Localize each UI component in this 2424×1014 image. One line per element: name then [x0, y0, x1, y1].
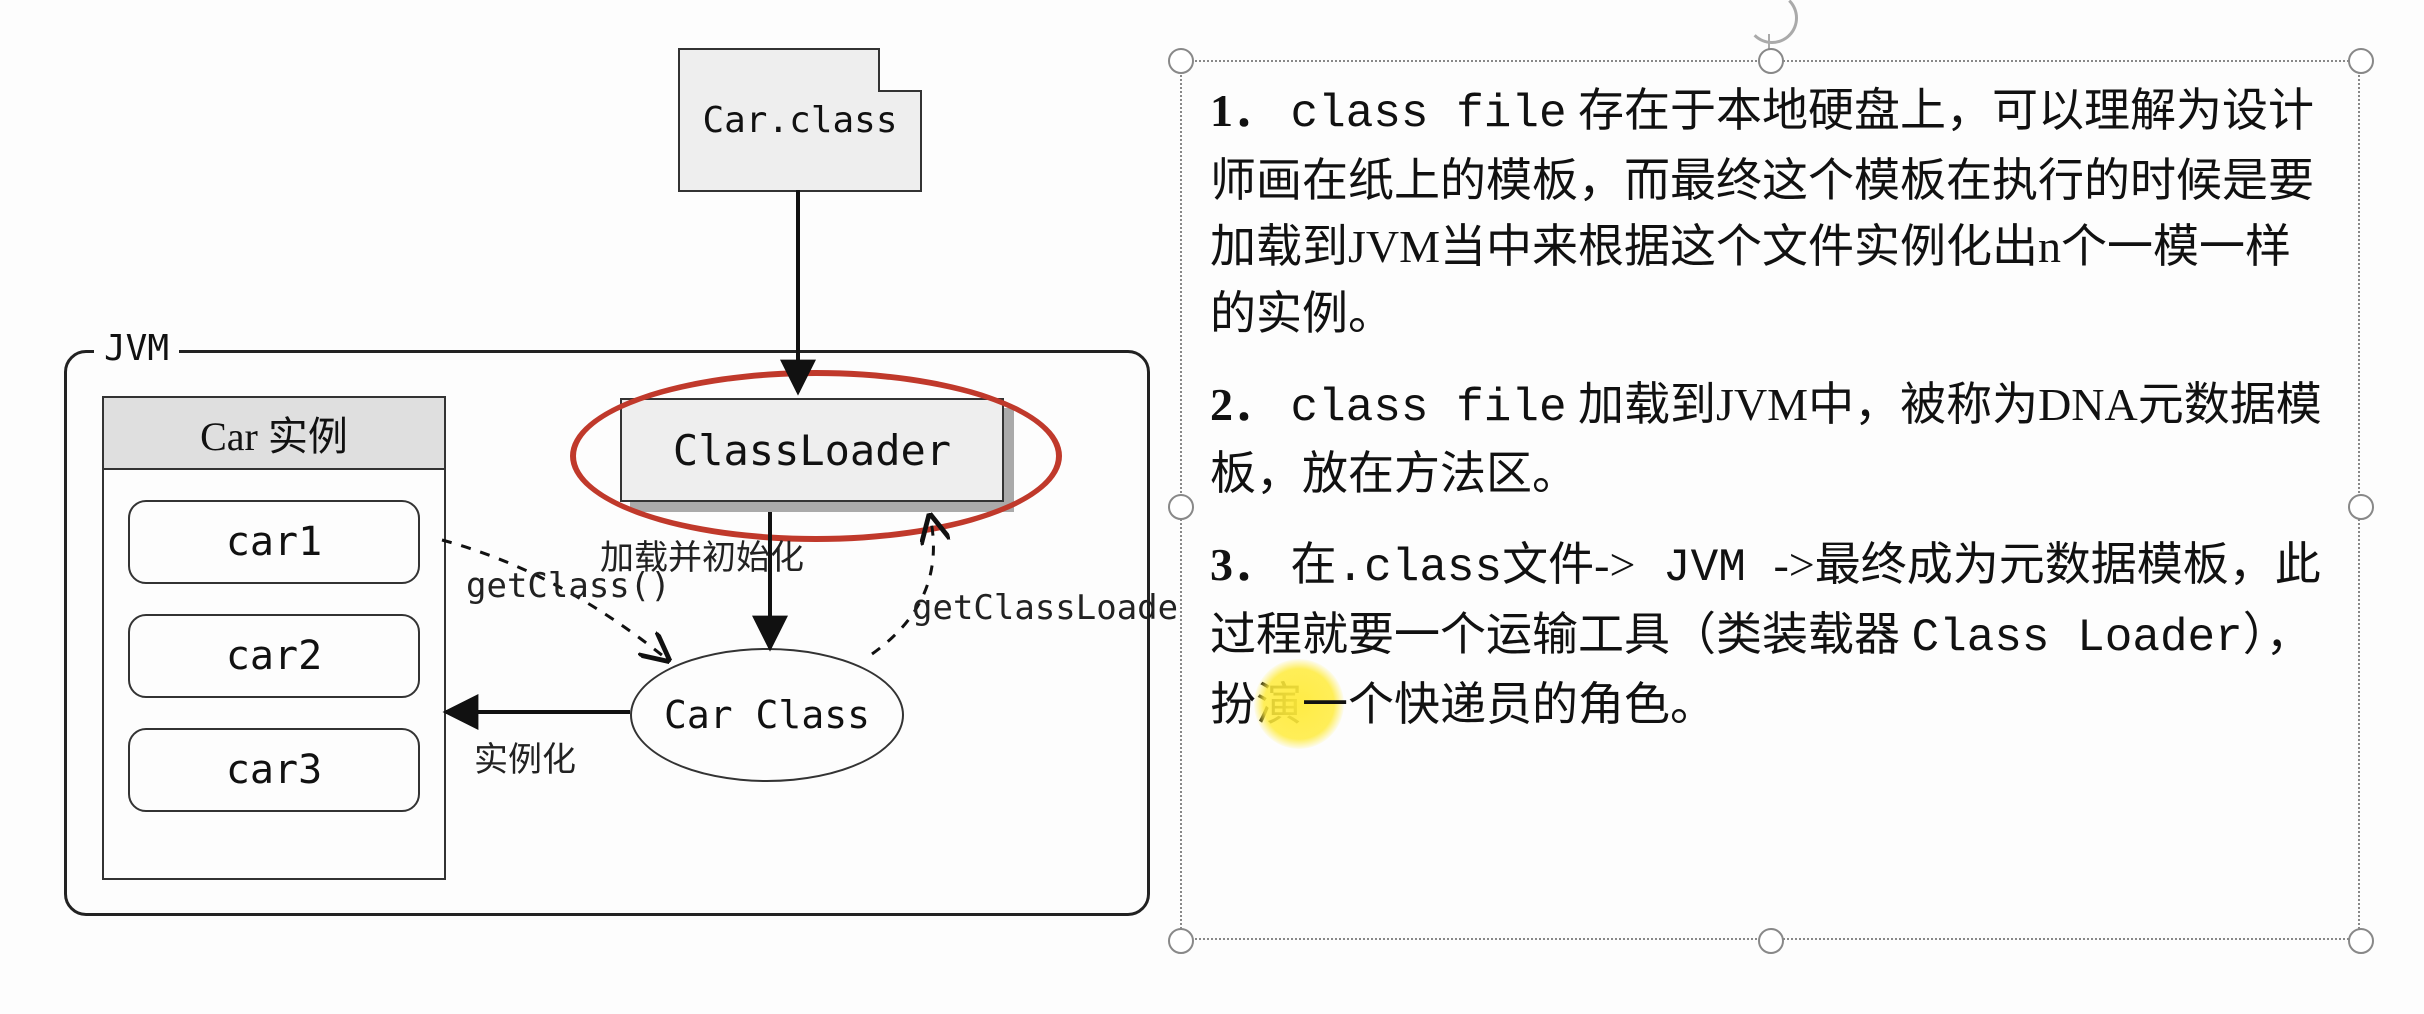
- car-instance-panel: Car 实例 car1 car2 car3: [102, 396, 446, 880]
- note-number: 1．: [1210, 85, 1279, 136]
- note-paragraph-1: 1． class file 存在于本地硬盘上，可以理解为设计师画在纸上的模板，而…: [1210, 78, 2330, 348]
- note-mono: Class Loader: [1912, 612, 2243, 664]
- note-text: 在: [1291, 539, 1337, 590]
- note-text: 一个快递员的角色。: [1302, 679, 1716, 730]
- car-rows: car1 car2 car3: [104, 470, 444, 842]
- file-label: Car.class: [702, 100, 897, 141]
- classloader-box: ClassLoader: [620, 398, 1004, 502]
- file-fold-corner: [878, 48, 922, 92]
- note-mono: class file: [1291, 88, 1567, 140]
- car-class-ellipse: Car Class: [630, 648, 904, 782]
- note-text: 文件->: [1502, 539, 1635, 590]
- label-instantiate: 实例化: [474, 732, 576, 781]
- note-mono: .class: [1337, 542, 1503, 594]
- note-number: 3．: [1210, 539, 1279, 590]
- selection-handle[interactable]: [1168, 48, 1194, 74]
- classloader-label: ClassLoader: [673, 426, 951, 475]
- selection-handle[interactable]: [2348, 494, 2374, 520]
- rotate-handle-icon[interactable]: [1746, 0, 1798, 44]
- note-text-tail: 一个快递员的角色。: [1302, 679, 1716, 730]
- selection-handle[interactable]: [2348, 48, 2374, 74]
- note-number: 2．: [1210, 379, 1279, 430]
- selection-handle[interactable]: [1168, 494, 1194, 520]
- selection-handle[interactable]: [2348, 928, 2374, 954]
- car-panel-title: Car 实例: [104, 398, 444, 470]
- note-paragraph-2: 2． class file 加载到JVM中，被称为DNA元数据模板，放在方法区。: [1210, 372, 2330, 508]
- label-getclass: getClass(): [466, 566, 671, 606]
- selection-handle[interactable]: [1758, 48, 1784, 74]
- selection-handle[interactable]: [1168, 928, 1194, 954]
- file-car-class: Car.class: [678, 48, 922, 192]
- car-row: car1: [128, 500, 420, 584]
- note-mono: JVM: [1635, 542, 1773, 594]
- jvm-label: JVM: [94, 328, 179, 369]
- note-paragraph-3: 3． 在.class文件-> JVM ->最终成为元数据模板，此过程就要一个运输…: [1210, 532, 2330, 738]
- selection-handle[interactable]: [1758, 928, 1784, 954]
- car-row: car3: [128, 728, 420, 812]
- note-mono: class file: [1291, 382, 1567, 434]
- car-row: car2: [128, 614, 420, 698]
- notes-textbox[interactable]: 1． class file 存在于本地硬盘上，可以理解为设计师画在纸上的模板，而…: [1180, 60, 2360, 940]
- car-class-label: Car Class: [664, 693, 870, 737]
